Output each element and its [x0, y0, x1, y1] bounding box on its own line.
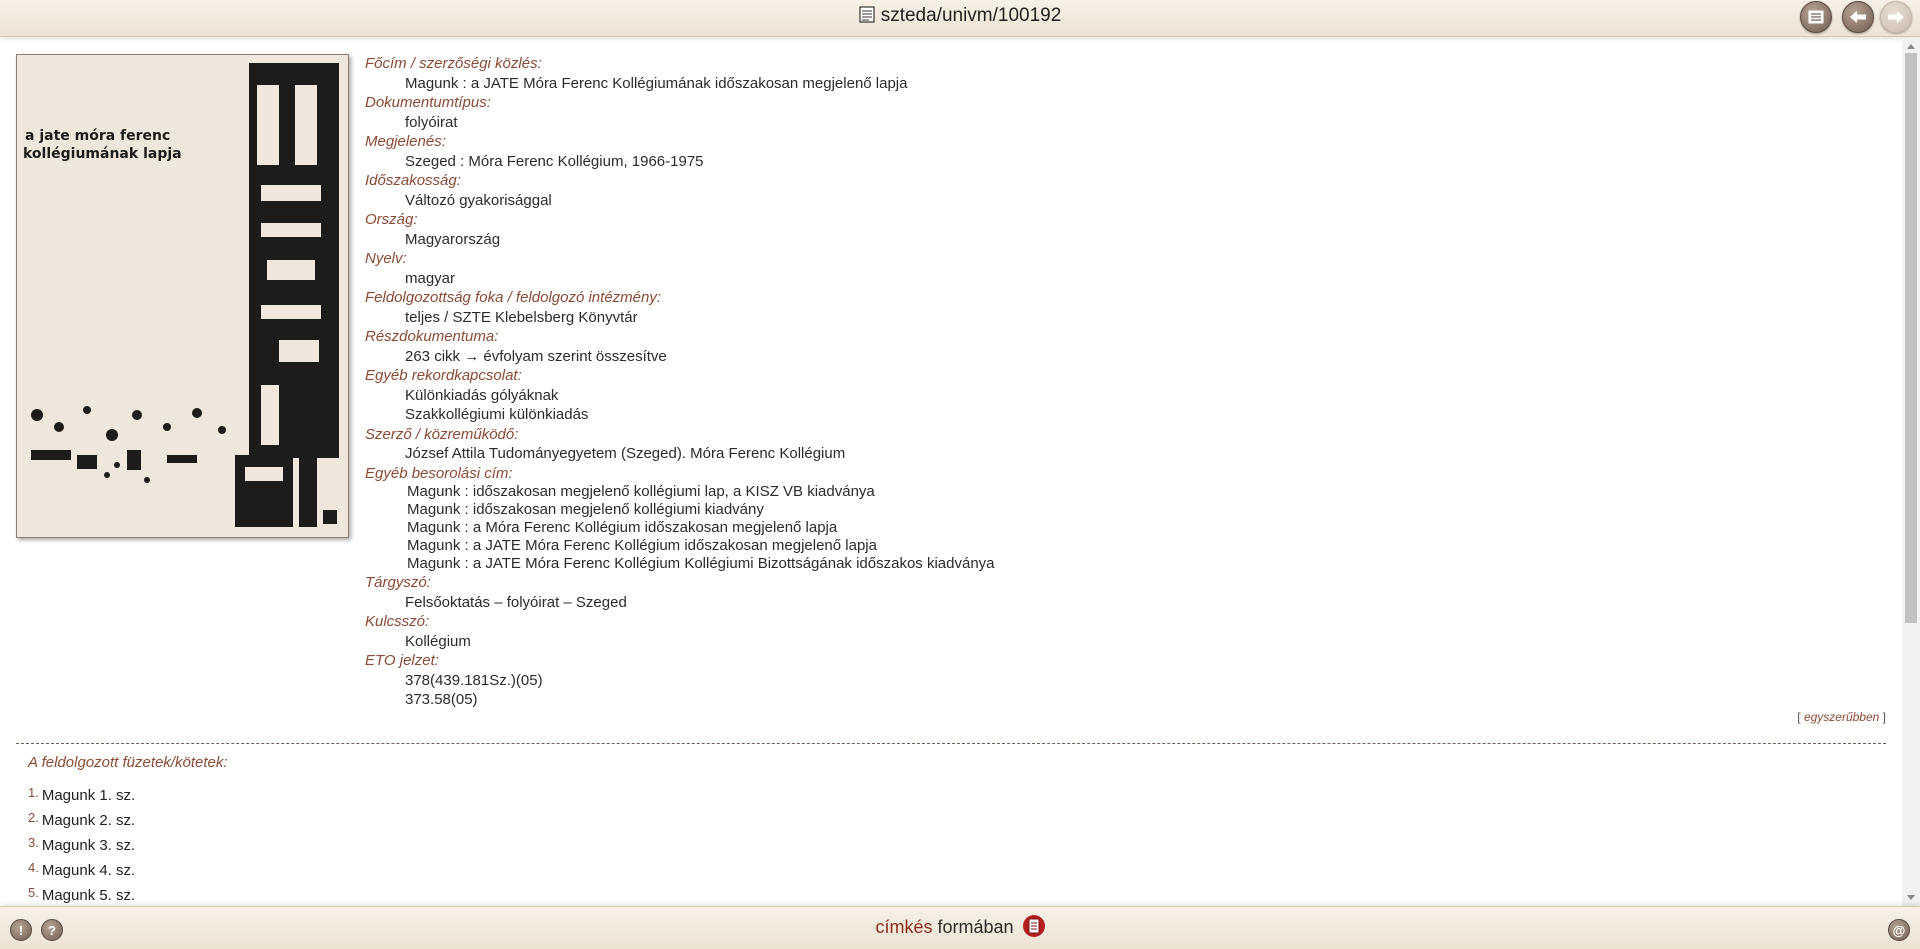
field-value: Magunk : a Móra Ferenc Kollégium időszak…: [407, 519, 838, 536]
field-label: Egyéb rekordkapcsolat:: [365, 367, 522, 384]
format-word-form[interactable]: formában: [937, 917, 1013, 937]
simpler-view: [ egyszerűbben ]: [1797, 710, 1886, 724]
field-value: 373.58(05): [405, 691, 478, 708]
bottom-bar: ! ? címkés formában @: [0, 906, 1920, 949]
field-value: Szakkollégiumi különkiadás: [405, 406, 589, 423]
field-label: Feldolgozottság foka / feldolgozó intézm…: [365, 289, 662, 306]
page-title: szteda/univm/100192: [880, 5, 1062, 26]
cover-subtitle-line2: kollégiumának lapja: [23, 146, 182, 162]
format-word-labeled[interactable]: címkés: [875, 917, 932, 937]
back-button[interactable]: [1842, 1, 1874, 33]
scroll-thumb[interactable]: [1905, 53, 1917, 623]
field-label: Időszakosság:: [365, 172, 461, 189]
field-label: Részdokumentuma:: [365, 328, 499, 345]
list-item-number: 3.: [28, 835, 39, 850]
list-item[interactable]: 1. Magunk 1. sz.: [28, 782, 135, 807]
cover-subtitle-line1: a jate móra ferenc: [25, 128, 170, 144]
field-value: magyar: [405, 269, 456, 287]
field-value: Magunk : a JATE Móra Ferenc Kollégiumána…: [405, 74, 908, 92]
list-item-link[interactable]: Magunk 4. sz.: [42, 862, 135, 879]
list-item[interactable]: 5. Magunk 5. sz.: [28, 882, 135, 906]
field-value: Változó gyakorisággal: [405, 191, 552, 209]
field-label: Tárgyszó:: [365, 574, 431, 591]
forward-button[interactable]: [1880, 1, 1912, 33]
field-label: Ország:: [365, 211, 418, 228]
field-value: Magunk : a JATE Móra Ferenc Kollégium Ko…: [407, 555, 995, 572]
form-document-icon[interactable]: [1022, 915, 1045, 937]
field-value: Felsőoktatás – folyóirat – Szeged: [405, 593, 627, 611]
field-label: Főcím / szerzőségi közlés:: [365, 55, 542, 72]
field-value: Szeged : Móra Ferenc Kollégium, 1966-197…: [405, 152, 704, 170]
field-label: ETO jelzet:: [365, 652, 439, 669]
issues-list: 1. Magunk 1. sz. 2. Magunk 2. sz. 3. Magunk 3…: [28, 782, 135, 906]
field-value: Kollégium: [405, 632, 471, 650]
list-item-link[interactable]: Magunk 1. sz.: [42, 787, 135, 804]
list-item[interactable]: 3. Magunk 3. sz.: [28, 832, 135, 857]
menu-icon: [1808, 10, 1824, 24]
field-value: 263 cikk → évfolyam szerint összesítve: [405, 347, 667, 365]
contact-button[interactable]: @: [1888, 919, 1910, 941]
list-item-link[interactable]: Magunk 2. sz.: [42, 812, 135, 829]
forward-arrow-icon: [1888, 11, 1904, 23]
field-label: Nyelv:: [365, 250, 407, 267]
field-value: Magunk : időszakosan megjelenő kollégium…: [407, 483, 875, 500]
record-fields: Főcím / szerzőségi közlés: Magunk : a JAT…: [365, 54, 1885, 710]
field-label: Szerző / közreműködő:: [365, 425, 519, 443]
field-value: Magyarország: [405, 230, 501, 248]
issues-title: A feldolgozott füzetek/kötetek:: [28, 754, 228, 771]
list-item[interactable]: 2. Magunk 2. sz.: [28, 807, 135, 832]
list-item-link[interactable]: Magunk 5. sz.: [42, 887, 135, 904]
top-bar: szteda/univm/100192: [0, 0, 1920, 37]
field-value: 378(439.181Sz.)(05): [405, 671, 543, 689]
main-content: a jate móra ferenc kollégiumának lapja F…: [0, 38, 1902, 906]
field-value: folyóirat: [405, 113, 458, 131]
list-item-number: 2.: [28, 810, 39, 825]
divider: [16, 743, 1886, 744]
field-label: Kulcsszó:: [365, 613, 430, 630]
scroll-down-icon[interactable]: [1907, 895, 1915, 900]
back-arrow-icon: [1850, 11, 1866, 23]
list-item-number: 4.: [28, 860, 39, 875]
field-value: Magunk : időszakosan megjelenő kollégium…: [407, 501, 764, 518]
field-value: Különkiadás gólyáknak: [405, 386, 559, 404]
vertical-scrollbar[interactable]: [1902, 38, 1920, 906]
list-item-link[interactable]: Magunk 3. sz.: [42, 837, 135, 854]
format-toggle[interactable]: címkés formában: [0, 915, 1920, 938]
field-label: Egyéb besorolási cím:: [365, 464, 513, 482]
document-icon: [859, 6, 875, 23]
field-label: Dokumentumtípus:: [365, 94, 491, 111]
list-item-number: 5.: [28, 885, 39, 900]
at-sign-icon: @: [1892, 922, 1906, 938]
field-value: teljes / SZTE Klebelsberg Könyvtár: [405, 308, 638, 326]
cover-image: a jate móra ferenc kollégiumának lapja: [16, 54, 349, 538]
list-item[interactable]: 4. Magunk 4. sz.: [28, 857, 135, 882]
list-item-number: 1.: [28, 785, 39, 800]
simpler-view-link[interactable]: egyszerűbben: [1804, 710, 1879, 724]
page-title-wrap: szteda/univm/100192: [0, 5, 1920, 27]
menu-button[interactable]: [1800, 1, 1832, 33]
field-value: József Attila Tudományegyetem (Szeged). …: [405, 445, 846, 462]
field-value: Magunk : a JATE Móra Ferenc Kollégium id…: [407, 537, 877, 554]
field-label: Megjelenés:: [365, 133, 446, 150]
scroll-up-icon[interactable]: [1907, 44, 1915, 49]
